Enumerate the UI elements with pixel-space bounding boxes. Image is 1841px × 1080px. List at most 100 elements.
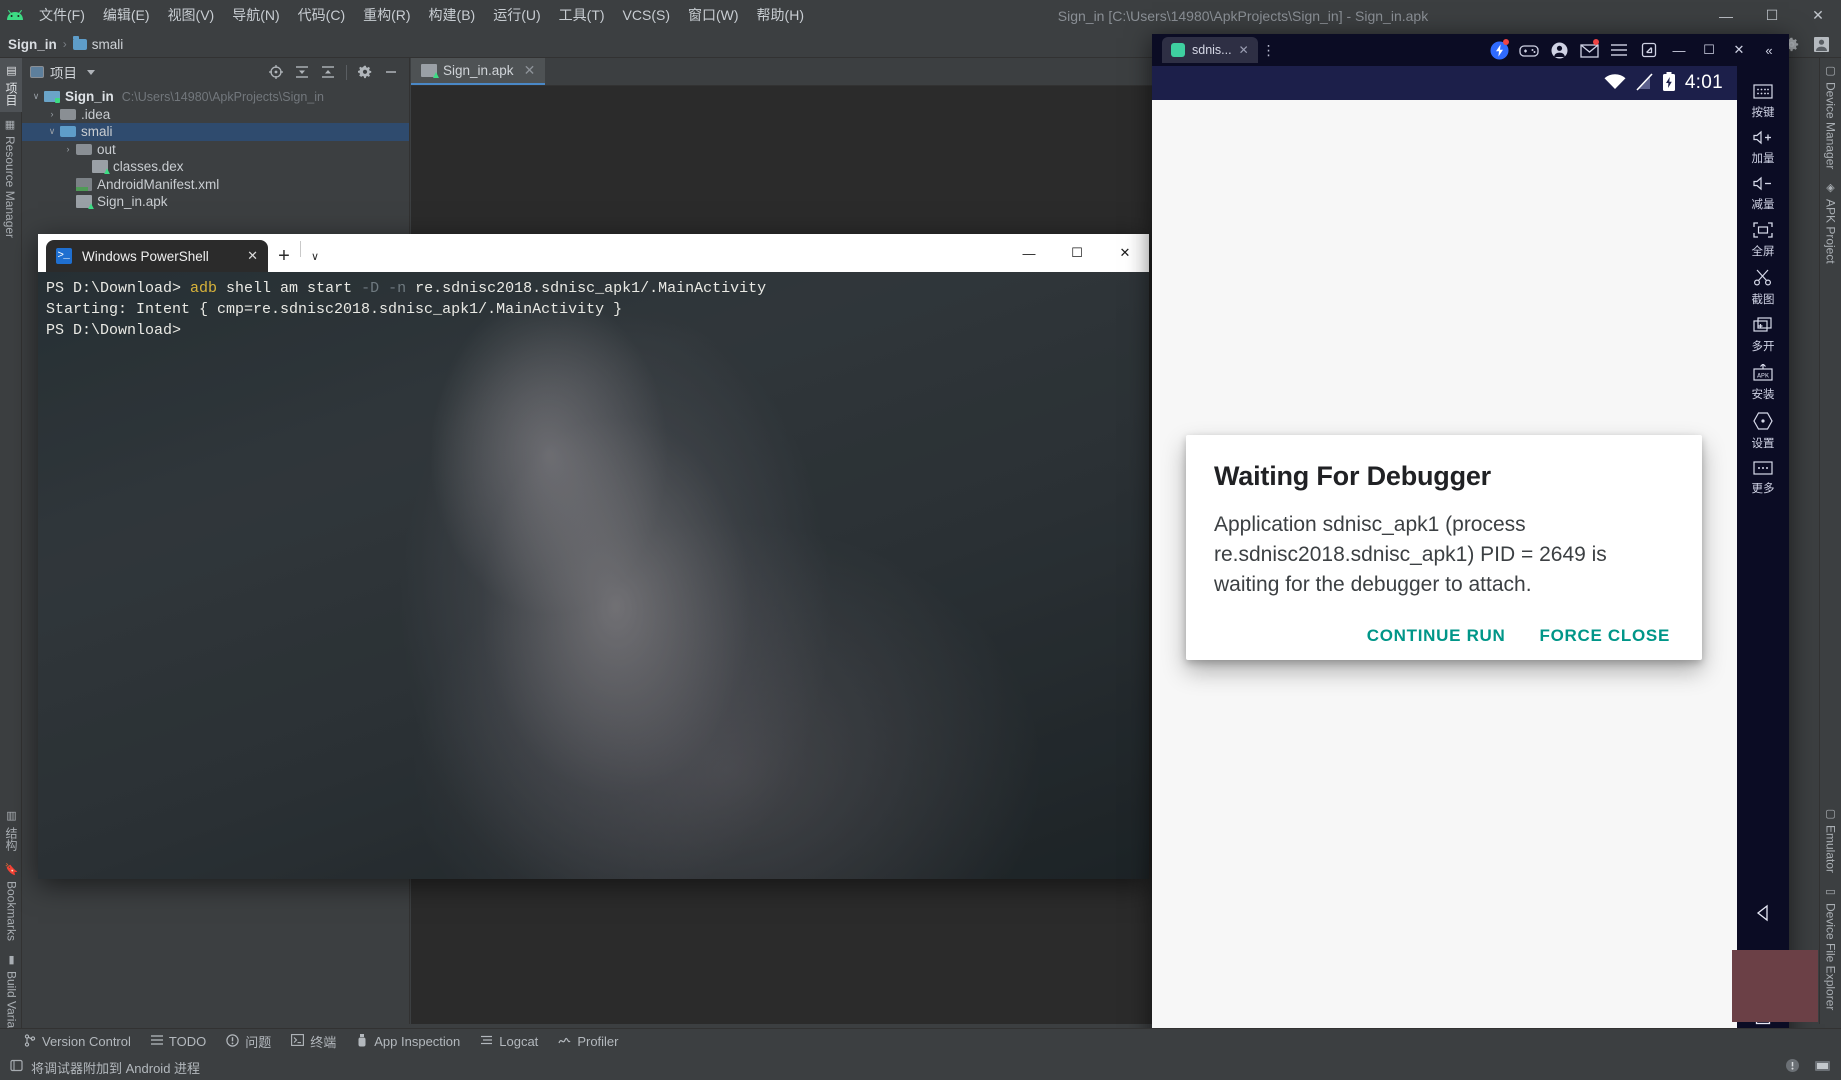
chevron-down-icon[interactable]: [87, 70, 95, 75]
expand-all-icon[interactable]: [316, 61, 340, 83]
sidebar-button-more-label: 更多: [1752, 480, 1775, 496]
close-icon[interactable]: ✕: [247, 248, 258, 264]
editor-tab-sign-in-apk[interactable]: Sign_in.apk ✕: [411, 58, 545, 85]
force-close-button[interactable]: FORCE CLOSE: [1540, 626, 1671, 646]
signal-off-icon: [1636, 73, 1653, 94]
menu-item-navigate[interactable]: 导航(N): [223, 0, 288, 31]
sidebar-item-bookmarks[interactable]: 🔖 Bookmarks: [2, 857, 22, 947]
menu-item-run[interactable]: 运行(U): [484, 0, 549, 31]
maximize-button[interactable]: ☐: [1695, 37, 1723, 63]
sidebar-item-device-file-explorer[interactable]: ▭ Device File Explorer: [1821, 879, 1841, 1016]
tree-row-sign-in-apk[interactable]: Sign_in.apk: [22, 193, 409, 211]
collapse-sidebar-button[interactable]: «: [1755, 37, 1783, 63]
powershell-tab[interactable]: >_ Windows PowerShell ✕: [46, 240, 268, 272]
sidebar-item-project[interactable]: ▤ 项目: [0, 58, 23, 112]
fullscreen-icon: [1753, 222, 1773, 241]
continue-run-button[interactable]: CONTINUE RUN: [1367, 626, 1506, 646]
bottom-item-terminal[interactable]: 终端: [291, 1032, 336, 1051]
hide-panel-icon[interactable]: [379, 61, 403, 83]
sidebar-item-emulator[interactable]: ▢ Emulator: [1821, 801, 1841, 879]
sidebar-button-more[interactable]: 更多: [1737, 455, 1789, 500]
sidebar-button-volume-down[interactable]: 减量: [1737, 170, 1789, 216]
menu-item-edit[interactable]: 编辑(E): [94, 0, 159, 31]
tree-row-smali[interactable]: ∨ smali: [22, 123, 409, 141]
collapse-all-icon[interactable]: [290, 61, 314, 83]
boost-icon[interactable]: [1485, 37, 1513, 63]
tree-row-sign-in[interactable]: ∨ Sign_in C:\Users\14980\ApkProjects\Sig…: [22, 88, 409, 106]
bottom-item-app-inspection[interactable]: App Inspection: [356, 1034, 460, 1050]
bottom-item-profiler[interactable]: Profiler: [558, 1034, 618, 1049]
close-button[interactable]: ✕: [1795, 0, 1841, 31]
build-variants-icon: ▮: [8, 953, 14, 966]
menu-item-view[interactable]: 视图(V): [159, 0, 224, 31]
tree-row-classes-dex[interactable]: classes.dex: [22, 158, 409, 176]
close-icon[interactable]: ✕: [1239, 43, 1249, 57]
chevron-down-icon[interactable]: ∨: [301, 240, 329, 272]
logcat-icon: [480, 1034, 493, 1049]
more-icon: [1753, 461, 1773, 478]
menu-item-file[interactable]: 文件(F): [30, 0, 94, 31]
sidebar-button-fullscreen[interactable]: 全屏: [1737, 216, 1789, 263]
mail-icon[interactable]: [1575, 37, 1603, 63]
emulator-tab[interactable]: sdnis... ✕: [1162, 37, 1258, 63]
menu-item-window[interactable]: 窗口(W): [679, 0, 748, 31]
tree-arrow[interactable]: ∨: [44, 126, 60, 137]
minimize-button[interactable]: —: [1665, 37, 1693, 63]
target-icon[interactable]: [264, 61, 288, 83]
menu-item-vcs[interactable]: VCS(S): [614, 0, 679, 31]
powershell-terminal[interactable]: PS D:\Download> adb shell am start -D -n…: [38, 272, 1149, 879]
sidebar-button-multi-instance[interactable]: 多开: [1737, 311, 1789, 358]
account-icon[interactable]: [1807, 32, 1835, 56]
sidebar-button-screenshot[interactable]: 截图: [1737, 263, 1789, 311]
maximize-button[interactable]: ☐: [1053, 234, 1101, 272]
back-icon[interactable]: [1750, 900, 1776, 926]
sidebar-button-settings[interactable]: 设置: [1737, 406, 1789, 455]
tree-arrow[interactable]: ›: [60, 144, 76, 154]
sidebar-item-resource-manager[interactable]: ▦ Resource Manager: [0, 112, 20, 244]
maximize-button[interactable]: ☐: [1749, 0, 1795, 31]
tree-arrow[interactable]: ›: [44, 109, 60, 119]
breadcrumb-folder[interactable]: smali: [73, 37, 124, 52]
sidebar-item-device-manager[interactable]: ▢ Device Manager: [1821, 58, 1841, 175]
project-panel-header: 项目: [22, 58, 409, 86]
close-button[interactable]: ✕: [1725, 37, 1753, 63]
right-strip-bottom: ▢ Emulator ▭ Device File Explorer: [1821, 801, 1841, 1024]
battery-charging-icon: [1662, 72, 1676, 95]
warning-count-icon[interactable]: [1785, 1058, 1800, 1076]
tree-row-idea[interactable]: › .idea: [22, 106, 409, 124]
bottom-item-problems[interactable]: 问题: [226, 1032, 271, 1051]
menu-item-tools[interactable]: 工具(T): [550, 0, 614, 31]
minimize-button[interactable]: —: [1703, 0, 1749, 31]
menu-item-code[interactable]: 代码(C): [289, 0, 354, 31]
new-tab-button[interactable]: +: [268, 240, 300, 272]
close-button[interactable]: ✕: [1101, 234, 1149, 272]
memory-indicator-icon[interactable]: [1814, 1059, 1831, 1076]
menu-item-build[interactable]: 构建(B): [420, 0, 485, 31]
sidebar-item-structure[interactable]: ▥ 结构: [0, 803, 23, 857]
sidebar-button-settings-label: 设置: [1752, 435, 1775, 451]
sidebar-button-keys[interactable]: 按键: [1737, 78, 1789, 124]
sidebar-button-volume-up[interactable]: 加量: [1737, 124, 1789, 170]
bottom-item-logcat[interactable]: Logcat: [480, 1034, 538, 1049]
menu-icon[interactable]: [1605, 37, 1633, 63]
terminal-output: PS D:\Download> adb shell am start -D -n…: [46, 278, 1141, 341]
tree-row-android-manifest[interactable]: AndroidManifest.xml: [22, 176, 409, 194]
project-panel-title: 项目: [50, 62, 77, 82]
more-options-icon[interactable]: ⋮: [1258, 48, 1280, 52]
sidebar-button-screenshot-label: 截图: [1752, 291, 1775, 307]
sidebar-item-apk-project[interactable]: ◈ APK Project: [1821, 175, 1841, 270]
sidebar-button-install[interactable]: APK 安装: [1737, 358, 1789, 406]
bottom-item-version-control[interactable]: Version Control: [24, 1034, 131, 1050]
tree-arrow[interactable]: ∨: [28, 91, 44, 102]
breadcrumb-project[interactable]: Sign_in: [8, 37, 57, 52]
bottom-item-todo[interactable]: TODO: [151, 1034, 206, 1049]
project-panel-title-group[interactable]: 项目: [30, 62, 95, 82]
close-icon[interactable]: ✕: [524, 62, 536, 79]
popout-icon[interactable]: [1635, 37, 1663, 63]
menu-item-refactor[interactable]: 重构(R): [354, 0, 419, 31]
gear-icon[interactable]: [353, 61, 377, 83]
minimize-button[interactable]: —: [1005, 234, 1053, 272]
tree-row-out[interactable]: › out: [22, 141, 409, 159]
account-icon[interactable]: [1545, 37, 1573, 63]
gamepad-icon[interactable]: [1515, 37, 1543, 63]
